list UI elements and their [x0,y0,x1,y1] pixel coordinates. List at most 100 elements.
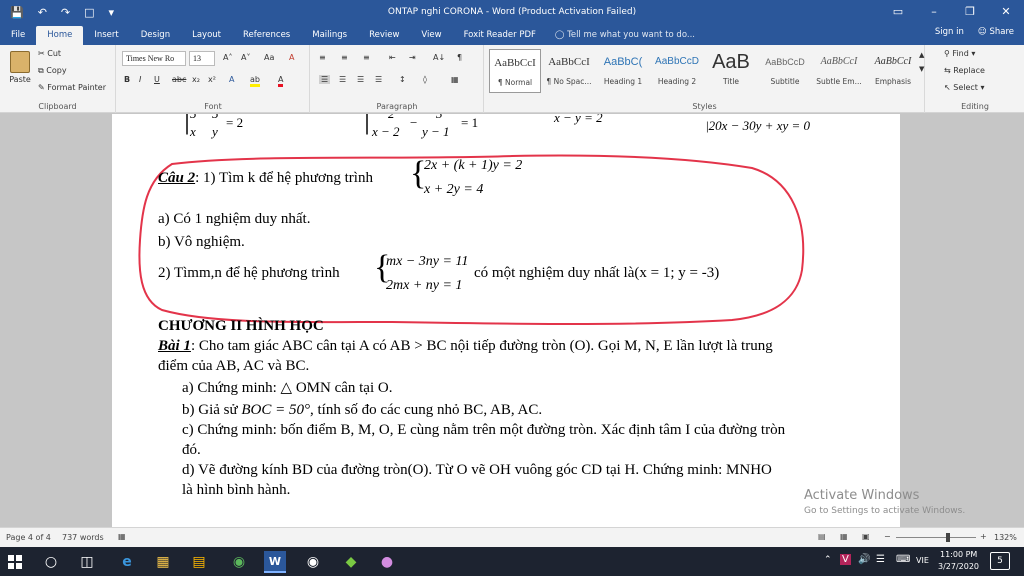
network-icon[interactable]: ☰ [876,554,885,565]
shading-icon[interactable]: ◊ [423,75,427,84]
tray-chevron-icon[interactable]: ⌃ [824,555,832,565]
superscript-button[interactable]: x² [208,75,216,84]
select-button[interactable]: ↖ Select ▾ [944,83,985,92]
increase-indent-icon[interactable]: ⇥ [409,53,416,62]
bold-button[interactable]: B [124,75,130,84]
language-indicator[interactable]: VIE [916,556,929,565]
task-view-icon[interactable]: ◫ [76,551,98,573]
edge-icon[interactable]: e [116,551,138,573]
document-page[interactable]: 5 5 x y = 2 | | 2 3 x − 2 y − 1 − = 1 x … [112,114,900,527]
app-green-icon[interactable]: ◉ [228,551,250,573]
vpn-icon[interactable]: V [840,554,851,565]
shrink-font-button[interactable]: A˅ [241,53,250,62]
tab-layout[interactable]: Layout [181,26,232,45]
bullets-icon[interactable]: ≡ [319,53,326,62]
clock-time[interactable]: 11:00 PM [940,550,977,559]
highlight-button[interactable]: ab [250,75,260,87]
style-heading-1[interactable]: AaBbC(Heading 1 [597,49,649,93]
tab-foxit-reader-pdf[interactable]: Foxit Reader PDF [453,26,547,45]
store-icon[interactable]: ▤ [188,551,210,573]
windows-start-icon[interactable] [4,551,26,573]
paste-button[interactable]: Paste [6,51,34,91]
tab-insert[interactable]: Insert [83,26,129,45]
grow-font-button[interactable]: A˄ [223,53,232,62]
zoom-slider[interactable] [896,533,976,542]
zalo-icon[interactable]: ◉ [302,551,324,573]
zoom-slider-thumb[interactable] [946,533,950,542]
style-no-spacing[interactable]: AaBbCcI ¶ No Spac... [543,49,595,93]
sort-button[interactable]: A↓ [433,53,445,62]
font-color-button[interactable]: A [278,75,284,87]
save-icon[interactable]: 💾 [10,6,24,19]
zoom-level[interactable]: 132% [994,533,1017,542]
justify-icon[interactable]: ☰ [375,75,382,84]
tab-mailings[interactable]: Mailings [301,26,358,45]
style-emphasis[interactable]: AaBbCcI Emphasis [867,49,919,93]
tab-design[interactable]: Design [130,26,181,45]
clear-formatting-button[interactable]: A [289,53,294,62]
find-button[interactable]: ⚲ Find ▾ [944,49,975,58]
font-size-combobox[interactable]: 13 [189,51,215,66]
app-cube-icon[interactable]: ◆ [340,551,362,573]
keyboard-icon[interactable]: ⌨ [896,554,910,565]
zoom-out-button[interactable]: − [884,532,891,541]
restore-button[interactable]: ❐ [952,0,988,24]
align-left-icon[interactable]: ☰ [319,75,331,84]
tab-file[interactable]: File [0,26,36,45]
close-button[interactable]: ✕ [988,0,1024,24]
word-taskbar-icon[interactable]: W [264,551,286,573]
line-spacing-icon[interactable]: ↕ [399,75,406,84]
italic-button[interactable]: I [139,75,141,84]
minimize-button[interactable]: – [916,0,952,24]
cut-button[interactable]: ✂ Cut [38,49,61,58]
borders-icon[interactable]: ▦ [451,75,459,84]
subscript-button[interactable]: x₂ [192,75,200,84]
style-normal[interactable]: AaBbCcI ¶ Normal [489,49,541,93]
align-right-icon[interactable]: ☰ [357,75,364,84]
app-balloon-icon[interactable]: ● [376,551,398,573]
style-heading-2[interactable]: AaBbCcD Heading 2 [651,49,703,93]
search-icon[interactable]: ○ [40,551,62,573]
redo-icon[interactable]: ↷ [61,6,70,19]
tab-review[interactable]: Review [358,26,410,45]
undo-icon[interactable]: ↶ [38,6,47,19]
clock-date[interactable]: 3/27/2020 [938,562,979,571]
customize-toolbar-icon[interactable]: ▾ [109,6,115,19]
show-formatting-button[interactable]: ¶ [457,53,462,62]
format-painter-button[interactable]: ✎ Format Painter [38,83,106,92]
style-subtle-emphasis[interactable]: AaBbCcI Subtle Em... [813,49,865,93]
underline-button[interactable]: U [154,75,160,84]
action-center-icon[interactable]: 5 [990,552,1010,570]
word-count[interactable]: 737 words [62,533,104,542]
font-name-combobox[interactable]: Times New Ro [122,51,186,66]
file-explorer-icon[interactable]: ▦ [152,551,174,573]
align-center-icon[interactable]: ☰ [339,75,346,84]
page-count[interactable]: Page 4 of 4 [6,533,51,542]
styles-scroll-down-icon[interactable]: ▼ [919,65,924,73]
print-layout-icon[interactable]: ▦ [840,532,848,541]
decrease-indent-icon[interactable]: ⇤ [389,53,396,62]
style-subtitle[interactable]: AaBbCcD Subtitle [759,49,811,93]
tab-references[interactable]: References [232,26,301,45]
replace-button[interactable]: ⇆ Replace [944,66,985,75]
new-document-icon[interactable]: □ [84,6,94,19]
change-case-button[interactable]: Aa [264,53,274,62]
style-title[interactable]: AaB Title [705,49,757,93]
sign-in-link[interactable]: Sign in [935,27,964,37]
strikethrough-button[interactable]: abc [172,75,186,84]
zoom-in-button[interactable]: + [980,532,987,541]
copy-button[interactable]: ⧉ Copy [38,66,67,76]
ribbon-display-options-icon[interactable]: ▭ [880,0,916,24]
numbering-icon[interactable]: ≡ [341,53,348,62]
tell-me-search[interactable]: ◯ Tell me what you want to do... [547,26,703,45]
styles-scroll-up-icon[interactable]: ▲ [919,51,924,59]
web-layout-icon[interactable]: ▣ [862,532,870,541]
tab-view[interactable]: View [410,26,452,45]
share-button[interactable]: ☺ Share [978,27,1014,37]
volume-icon[interactable]: 🔊 [858,554,870,565]
multilevel-list-icon[interactable]: ≡ [363,53,370,62]
read-mode-icon[interactable]: ▤ [818,532,826,541]
tab-home[interactable]: Home [36,26,84,45]
proofing-icon[interactable]: ▦ [118,532,126,541]
text-effects-button[interactable]: A [229,75,234,84]
